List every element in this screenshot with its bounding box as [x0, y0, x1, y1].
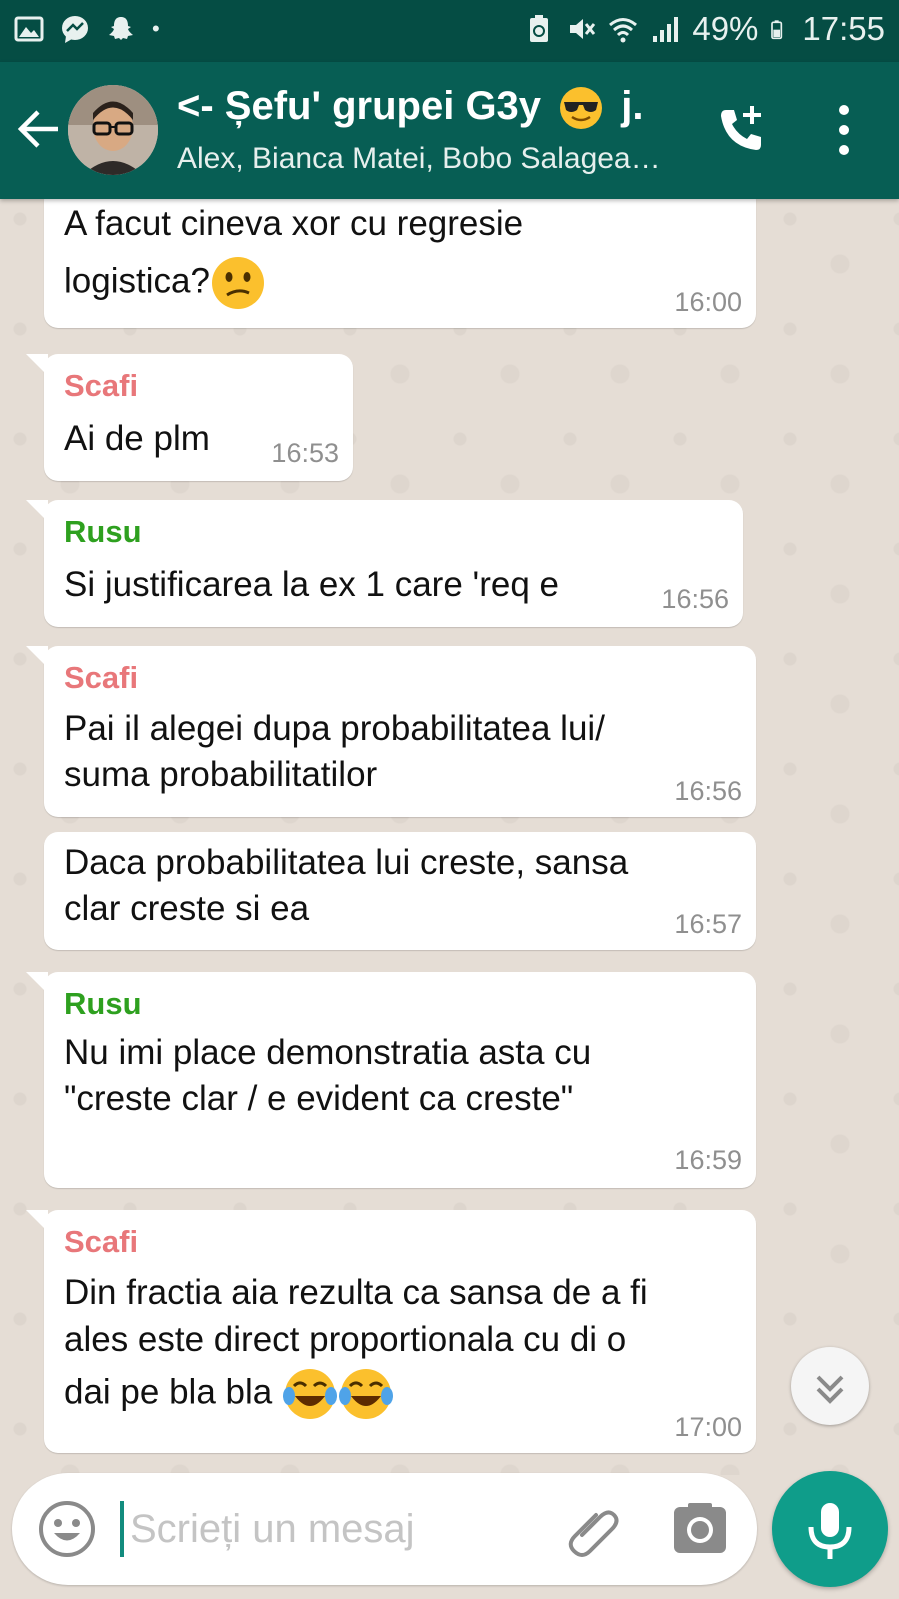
message-text-line: clar creste si ea [64, 889, 310, 928]
message-bubble[interactable]: Rusu Si justificarea la ex 1 care 'req e… [26, 500, 743, 627]
message-time: 16:00 [674, 287, 742, 317]
message-bubble[interactable]: Rusu Nu imi place demonstratia asta cu "… [26, 972, 756, 1188]
battery-saver-icon [530, 15, 549, 42]
mute-icon [570, 19, 596, 39]
message-sender: Scafi [64, 1224, 139, 1259]
message-sender: Rusu [64, 986, 142, 1021]
camera-icon[interactable] [672, 1503, 728, 1555]
message-time: 16:59 [674, 1145, 742, 1175]
message-bubble[interactable]: Daca probabilitatea lui creste, sansa cl… [44, 832, 756, 950]
chat-header: <- Șefu' grupei G3y j. Alex, Bianca Mate… [0, 62, 899, 199]
more-options-icon[interactable] [826, 102, 862, 158]
scroll-to-bottom-button[interactable] [791, 1347, 869, 1425]
clock: 17:55 [802, 10, 885, 47]
message-text-line: Din fractia aia rezulta ca sansa de a fi [64, 1273, 648, 1312]
message-input[interactable] [120, 1501, 550, 1557]
confused-emoji-icon [211, 257, 264, 309]
message-time: 17:00 [674, 1412, 742, 1442]
sunglasses-emoji-icon [560, 87, 603, 130]
message-text-line: "creste clar / e evident ca creste" [64, 1079, 574, 1118]
group-avatar[interactable] [68, 85, 158, 175]
message-text-line: logistica? [64, 255, 266, 311]
snapchat-icon [109, 17, 133, 40]
back-arrow-icon[interactable] [14, 104, 64, 154]
message-composer [12, 1473, 757, 1585]
message-time: 16:56 [674, 776, 742, 806]
message-text-line: Daca probabilitatea lui creste, sansa [64, 843, 629, 882]
message-bubble[interactable]: Scafi Pai il alegei dupa probabilitatea … [26, 646, 756, 817]
status-dot: • [152, 16, 160, 41]
gallery-icon [14, 16, 44, 42]
message-sender: Rusu [64, 514, 142, 549]
battery-icon [771, 20, 783, 40]
paperclip-icon[interactable] [564, 1501, 624, 1561]
message-text-line: dai pe bla bla [64, 1366, 394, 1422]
message-sender: Scafi [64, 660, 139, 695]
add-call-icon[interactable] [712, 100, 772, 160]
message-text-line: A facut cineva xor cu regresie [64, 204, 524, 243]
message-bubble[interactable]: Scafi Ai de plm 16:53 [26, 354, 353, 481]
messenger-icon [62, 16, 88, 43]
message-text-line: Pai il alegei dupa probabilitatea lui/ [64, 709, 605, 748]
microphone-icon [808, 1503, 852, 1559]
double-chevron-down-icon [816, 1375, 844, 1404]
voice-record-button[interactable] [772, 1471, 888, 1587]
message-text-line: Nu imi place demonstratia asta cu [64, 1033, 592, 1072]
message-text-line: ales este direct proportionala cu di o [64, 1320, 627, 1359]
avatar-image [68, 85, 158, 175]
wifi-icon [609, 18, 638, 43]
signal-icon [653, 17, 679, 42]
message-time: 16:56 [661, 584, 729, 614]
message-bubble[interactable]: A facut cineva xor cu regresie logistica… [44, 199, 756, 328]
chat-title[interactable]: <- Șefu' grupei G3y j. [177, 84, 644, 131]
message-list[interactable]: A facut cineva xor cu regresie logistica… [0, 199, 899, 1475]
message-text-line: dai pe bla bla [64, 1372, 273, 1412]
message-time: 16:57 [674, 909, 742, 939]
message-text-line: Si justificarea la ex 1 care 'req e [64, 565, 559, 604]
message-bubble[interactable]: Scafi Din fractia aia rezulta ca sansa d… [26, 1210, 756, 1453]
tears-of-joy-emoji-icon [338, 1369, 393, 1419]
message-text-line: Ai de plm [64, 419, 210, 458]
chat-title-suffix: j. [621, 84, 644, 128]
message-sender: Scafi [64, 368, 139, 403]
message-text-line: suma probabilitatilor [64, 755, 378, 794]
participants-list[interactable]: Alex, Bianca Matei, Bobo Salagea… [177, 142, 661, 176]
battery-percent: 49% [692, 10, 759, 47]
tears-of-joy-emoji-icon [282, 1369, 337, 1419]
status-bar: • 49% 17:55 [0, 0, 899, 62]
message-time: 16:53 [271, 438, 339, 468]
message-text-line: logistica? [64, 261, 210, 301]
chat-title-text: <- Șefu' grupei G3y [177, 84, 542, 128]
emoji-icon[interactable] [38, 1500, 96, 1558]
